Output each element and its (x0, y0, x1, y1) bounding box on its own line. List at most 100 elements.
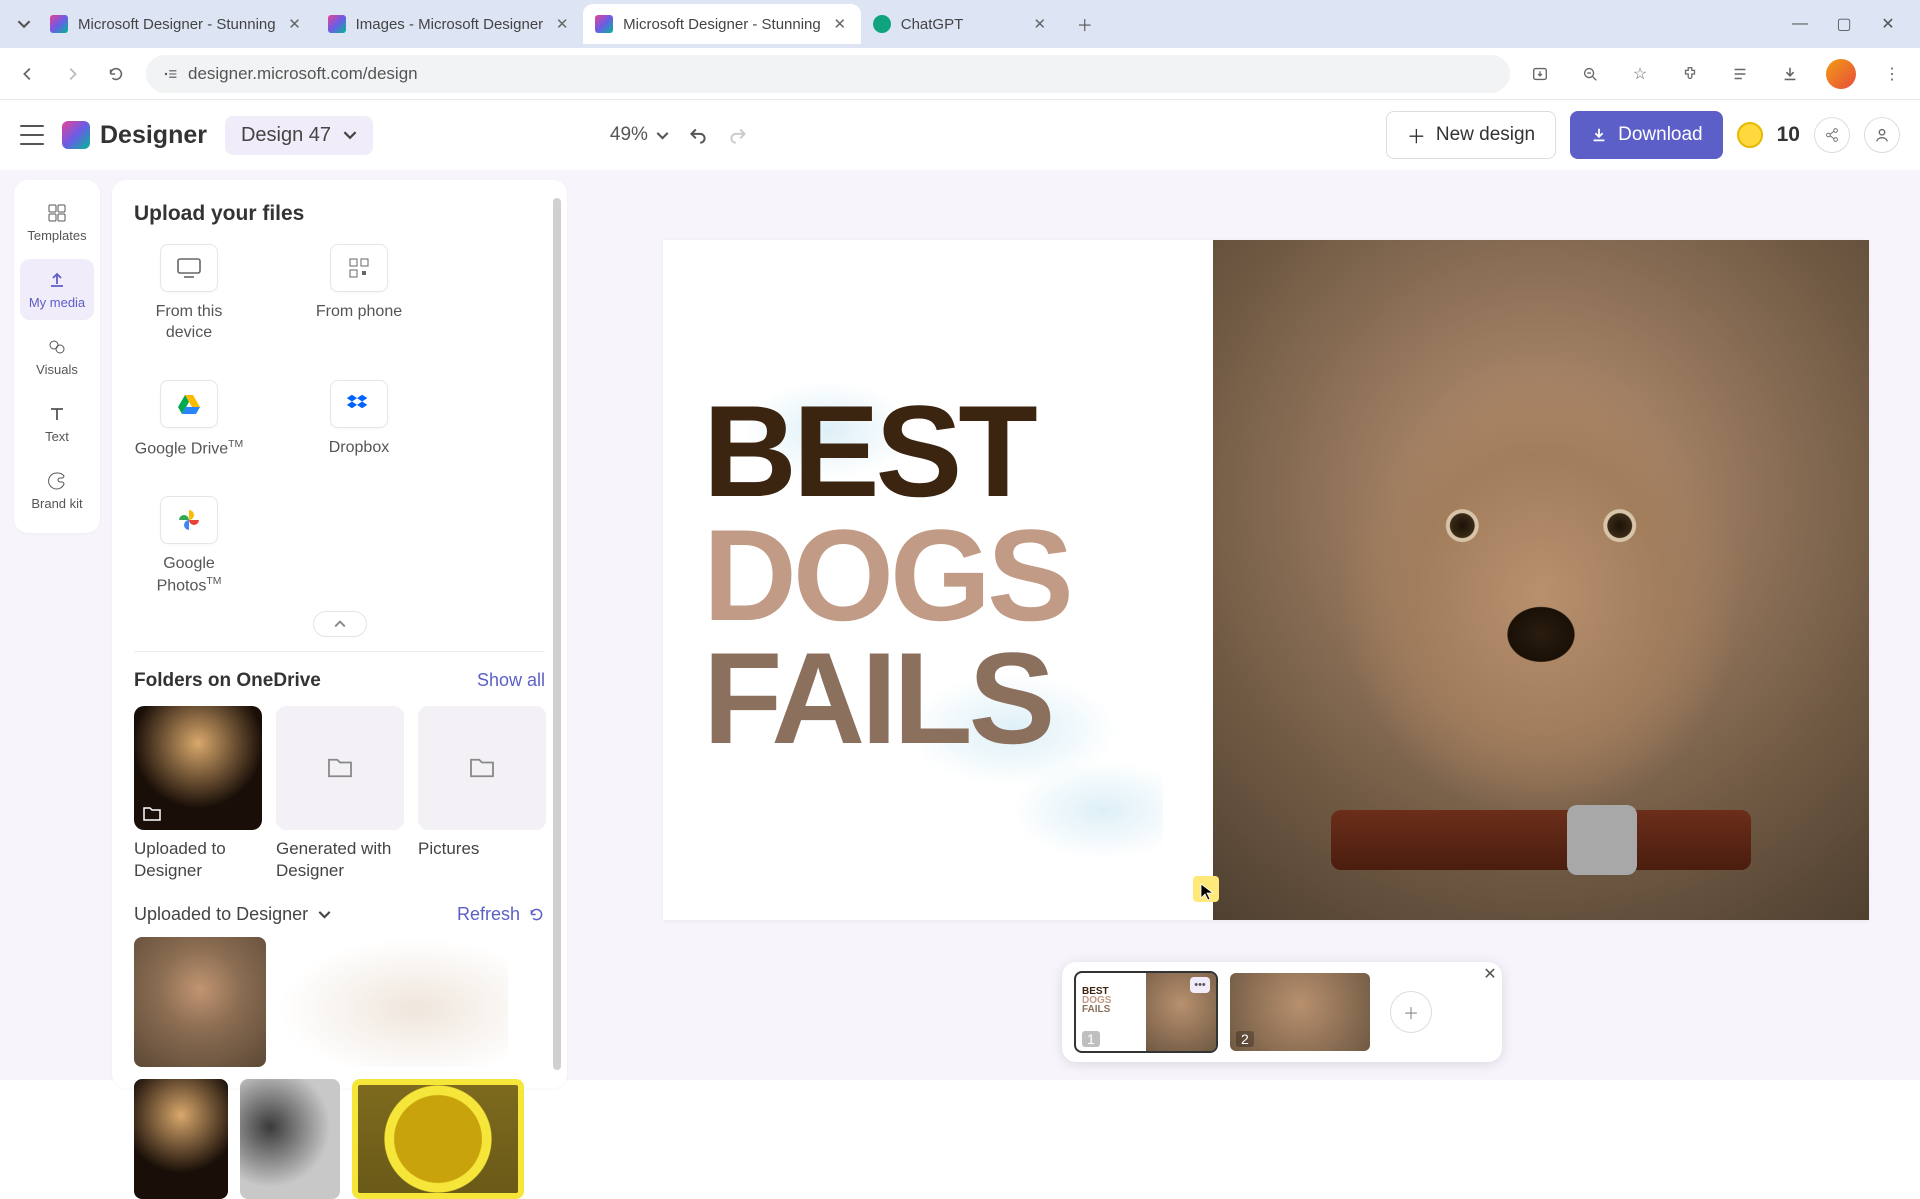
upload-from-device[interactable]: From this device (134, 244, 244, 344)
folder-item[interactable]: Uploaded to Designer (134, 706, 262, 882)
close-icon[interactable]: ✕ (831, 15, 849, 33)
rail-label: Text (45, 429, 69, 444)
forward-icon[interactable] (58, 60, 86, 88)
page-options-icon[interactable]: ••• (1190, 977, 1210, 993)
close-icon[interactable]: ✕ (1031, 15, 1049, 33)
rail-visuals[interactable]: Visuals (20, 326, 94, 387)
reading-list-icon[interactable] (1726, 60, 1754, 88)
google-photos-icon (177, 508, 201, 532)
folder-item[interactable]: Pictures (418, 706, 546, 882)
upload-heading: Upload your files (134, 202, 545, 226)
collapse-button[interactable] (313, 611, 367, 637)
close-icon[interactable]: ✕ (553, 15, 571, 33)
extensions-icon[interactable] (1676, 60, 1704, 88)
folder-icon (142, 806, 162, 822)
undo-icon[interactable] (687, 124, 709, 146)
new-design-button[interactable]: ＋ New design (1386, 111, 1556, 159)
upload-dropbox[interactable]: Dropbox (304, 380, 414, 460)
tabs-dropdown[interactable] (10, 10, 38, 38)
add-page-button[interactable]: ＋ (1390, 991, 1432, 1033)
close-icon[interactable]: ✕ (286, 15, 304, 33)
browser-tab[interactable]: Microsoft Designer - Stunning ✕ (583, 4, 861, 44)
cursor-icon (1199, 882, 1217, 904)
zoom-level[interactable]: 49% (610, 124, 669, 146)
media-thumbnail[interactable] (240, 1079, 340, 1199)
folder-label: Generated with Designer (276, 838, 404, 882)
canvas-text-line3[interactable]: FAILS (703, 637, 1213, 761)
app-logo[interactable]: Designer (62, 121, 207, 150)
new-design-label: New design (1436, 124, 1535, 146)
page-thumbnail[interactable]: BESTDOGSFAILS 1 ••• (1076, 973, 1216, 1051)
close-window-icon[interactable]: ✕ (1878, 14, 1898, 34)
rail-templates[interactable]: Templates (20, 192, 94, 253)
site-info-icon[interactable] (162, 66, 178, 82)
tab-title: Images - Microsoft Designer (356, 16, 544, 33)
folder-icon (468, 757, 496, 779)
folder-item[interactable]: Generated with Designer (276, 706, 404, 882)
address-bar[interactable]: designer.microsoft.com/design (146, 55, 1510, 93)
show-all-link[interactable]: Show all (477, 670, 545, 691)
tab-title: Microsoft Designer - Stunning (78, 16, 276, 33)
rail-brand-kit[interactable]: Brand kit (20, 460, 94, 521)
share-icon[interactable] (1814, 117, 1850, 153)
browser-tab[interactable]: ChatGPT ✕ (861, 4, 1061, 44)
download-button[interactable]: Download (1570, 111, 1723, 159)
current-folder-dropdown[interactable]: Uploaded to Designer (134, 904, 331, 925)
maximize-icon[interactable]: ▢ (1834, 14, 1854, 34)
media-thumbnail[interactable] (278, 937, 508, 1067)
download-label: Download (1618, 124, 1703, 146)
page-thumbnail[interactable]: 2 (1230, 973, 1370, 1051)
brand-kit-icon (46, 470, 68, 492)
refresh-button[interactable]: Refresh (457, 904, 545, 925)
chatgpt-favicon (873, 15, 891, 33)
design-name-dropdown[interactable]: Design 47 (225, 116, 373, 155)
rail-text[interactable]: Text (20, 393, 94, 454)
bookmark-icon[interactable]: ☆ (1626, 60, 1654, 88)
dropbox-icon (346, 393, 372, 415)
current-folder-name: Uploaded to Designer (134, 904, 308, 925)
canvas-text-line2[interactable]: DOGS (703, 514, 1213, 638)
canvas-image[interactable] (1213, 240, 1869, 920)
kebab-menu-icon[interactable]: ⋮ (1878, 60, 1906, 88)
rail-my-media[interactable]: My media (20, 259, 94, 320)
canvas-text-line1[interactable]: BEST (703, 390, 1213, 514)
downloads-icon[interactable] (1776, 60, 1804, 88)
upload-google-drive[interactable]: Google DriveTM (134, 380, 244, 460)
menu-icon[interactable] (20, 125, 44, 145)
close-pages-icon[interactable]: ✕ (1476, 960, 1504, 988)
redo-icon[interactable] (727, 124, 749, 146)
upload-icon (46, 269, 68, 291)
upload-label: Google PhotosTM (134, 554, 244, 597)
profile-avatar[interactable] (1826, 59, 1856, 89)
back-icon[interactable] (14, 60, 42, 88)
browser-tab[interactable]: Microsoft Designer - Stunning ✕ (38, 4, 316, 44)
folder-thumbnail (276, 706, 404, 830)
new-tab-button[interactable]: ＋ (1069, 8, 1101, 40)
credits-count: 10 (1777, 123, 1800, 147)
upload-label: From phone (316, 302, 402, 323)
design-name: Design 47 (241, 124, 331, 147)
brand-name: Designer (100, 121, 207, 150)
download-icon (1590, 126, 1608, 144)
upload-google-photos[interactable]: Google PhotosTM (134, 496, 244, 597)
upload-from-phone[interactable]: From phone (304, 244, 414, 344)
plus-icon: ＋ (1407, 122, 1426, 149)
design-canvas[interactable]: BEST DOGS FAILS (663, 240, 1869, 920)
chevron-down-icon (343, 128, 357, 142)
browser-tab[interactable]: Images - Microsoft Designer ✕ (316, 4, 584, 44)
reload-icon[interactable] (102, 60, 130, 88)
install-app-icon[interactable] (1526, 60, 1554, 88)
upload-label: Google DriveTM (135, 438, 243, 460)
page-number: 1 (1082, 1031, 1100, 1047)
zoom-icon[interactable] (1576, 60, 1604, 88)
media-thumbnail[interactable] (134, 1079, 228, 1199)
user-icon[interactable] (1864, 117, 1900, 153)
folder-label: Pictures (418, 838, 546, 860)
minimize-icon[interactable]: — (1790, 14, 1810, 34)
rail-label: Brand kit (31, 496, 82, 511)
designer-favicon (50, 15, 68, 33)
media-thumbnail[interactable] (352, 1079, 524, 1199)
google-drive-icon (177, 393, 201, 415)
media-thumbnail[interactable] (134, 937, 266, 1067)
templates-icon (46, 202, 68, 224)
